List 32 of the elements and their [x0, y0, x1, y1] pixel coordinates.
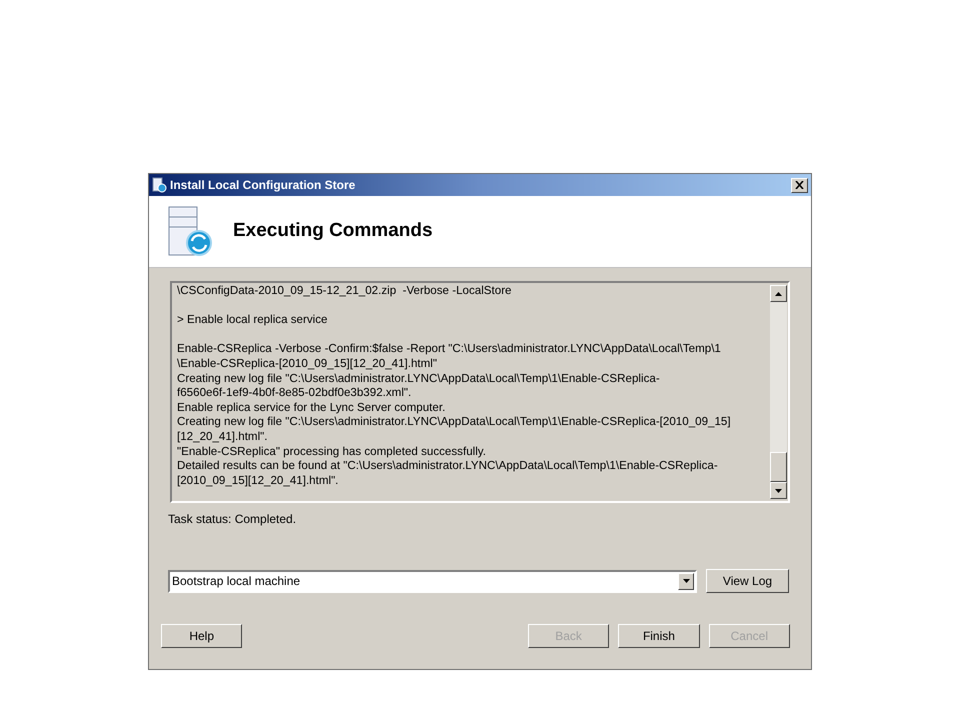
task-status: Task status: Completed.	[168, 511, 296, 528]
down-arrow-icon	[775, 488, 782, 492]
log-line: Enable replica service for the Lync Server computer.	[177, 400, 446, 416]
log-line: Creating new log file "C:\Users\administrator.LYNC\AppData\Local\Temp\1\Enable-CSReplica-	[177, 372, 660, 386]
log-line: [2010_09_15][12_20_41].html".	[177, 474, 338, 488]
log-line: Creating new log file "C:\Users\administrator.LYNC\AppData\Local\Temp\1\Enable-CSReplica-[2010_09_15]	[177, 415, 731, 430]
app-icon	[151, 177, 167, 193]
caret-icon	[682, 579, 690, 583]
view-log-button[interactable]: View Log	[706, 569, 789, 593]
page-heading: Executing Commands	[233, 219, 433, 244]
log-line: \CSConfigData-2010_09_15-12_21_02.zip -Verbose -LocalStore	[177, 284, 512, 299]
log-line: \Enable-CSReplica-[2010_09_15][12_20_41].html"	[177, 356, 437, 372]
help-button[interactable]: Help	[161, 624, 242, 648]
close-button[interactable]	[791, 178, 808, 192]
log-line: "Enable-CSReplica" processing has completed successfully.	[177, 444, 486, 460]
log-line: [12_20_41].html".	[177, 430, 268, 445]
up-arrow-icon	[775, 292, 782, 296]
scroll-thumb[interactable]	[770, 452, 787, 482]
dropdown-arrow-button[interactable]	[678, 572, 694, 590]
close-icon	[795, 181, 804, 189]
scroll-down-button[interactable]	[770, 482, 787, 499]
log-line: f6560e6f-1ef9-4b0f-8e85-02bdf0e3b392.xml".	[177, 386, 412, 401]
scroll-up-button[interactable]	[770, 285, 787, 302]
log-line: Enable-CSReplica -Verbose -Confirm:$false -Report "C:\Users\administrator.LYNC\AppData\Local\Temp\1	[177, 342, 721, 357]
log-line: Detailed results can be found at "C:\Users\administrator.LYNC\AppData\Local\Temp\1\Enable-CSReplica-	[177, 459, 718, 474]
window-title: Install Local Configuration Store	[170, 177, 356, 194]
server-sync-icon	[167, 204, 213, 258]
task-dropdown[interactable]: Bootstrap local machine	[168, 570, 697, 592]
finish-button[interactable]: Finish	[618, 624, 700, 648]
log-line: > Enable local replica service	[177, 313, 328, 328]
scrollbar[interactable]	[770, 285, 787, 499]
dropdown-value: Bootstrap local machine	[171, 573, 302, 590]
